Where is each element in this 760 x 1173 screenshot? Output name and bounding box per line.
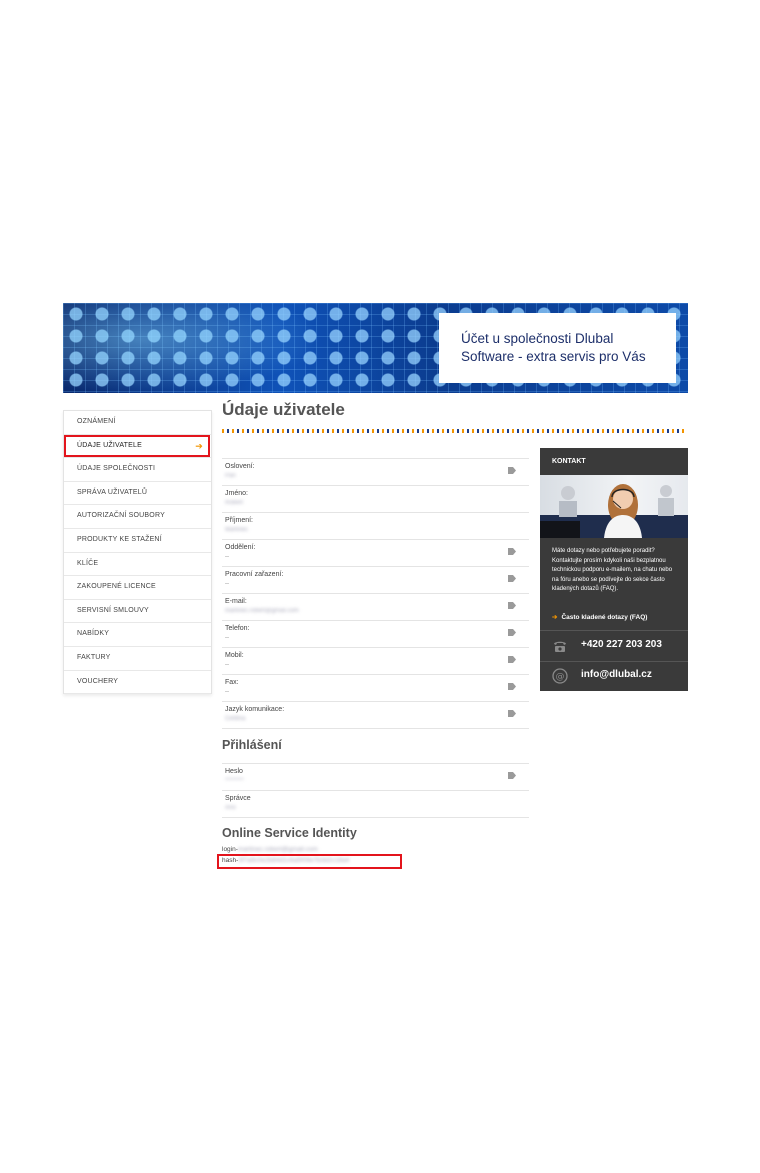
sidebar-item-nabidky[interactable]: NABÍDKY (64, 623, 211, 647)
field-value: -- (225, 581, 229, 587)
header-banner: Účet u společnosti Dlubal Software - ext… (63, 303, 688, 393)
field-value: ******** (225, 778, 244, 784)
edit-pencil-icon[interactable] (508, 710, 516, 717)
banner-title: Účet u společnosti Dlubal Software - ext… (461, 331, 646, 364)
field-value: Robert (225, 500, 244, 506)
sidebar-item-klice[interactable]: KLÍČE (64, 552, 211, 577)
field-value: martinec.robert@gmail.com (225, 608, 299, 614)
field-value: -- (225, 689, 229, 695)
field-jazyk-komunikace: Jazyk komunikace: Čeština (222, 701, 529, 729)
field-value: Pan (225, 473, 236, 479)
edit-pencil-icon[interactable] (508, 575, 516, 582)
field-telefon: Telefon: -- (222, 620, 529, 647)
phone-number: +420 227 203 203 (581, 639, 662, 650)
edit-pencil-icon[interactable] (508, 683, 516, 690)
field-value: -- (225, 662, 229, 668)
edit-pencil-icon[interactable] (508, 467, 516, 474)
page-title: Údaje uživatele (222, 400, 345, 419)
sidebar-item-faktury[interactable]: FAKTURY (64, 646, 211, 671)
svg-text:@: @ (556, 672, 565, 682)
field-fax: Fax: -- (222, 674, 529, 701)
edit-pencil-icon[interactable] (508, 629, 516, 636)
field-heslo: Heslo ******** (222, 763, 529, 790)
sidebar-item-servisni-smlouvy[interactable]: SERVISNÍ SMLOUVY (64, 599, 211, 624)
field-osloveni: Oslovení: Pan (222, 458, 529, 485)
highlight-hash (217, 854, 402, 869)
sidebar-item-autorizacni-soubory[interactable]: AUTORIZAČNÍ SOUBORY (64, 505, 211, 529)
field-value: Čeština (225, 716, 246, 722)
field-value: -- (225, 554, 229, 560)
login-details-list: Heslo ******** Správce Ano (222, 763, 529, 818)
contact-email-row[interactable]: @ info@dlubal.cz (540, 662, 688, 690)
phone-icon (554, 641, 566, 652)
osi-login-line: login-martinec.robert@gmail.com (222, 846, 318, 853)
osi-section-title: Online Service Identity (222, 826, 357, 840)
sidebar-item-udaje-spolecnosti[interactable]: ÚDAJE SPOLEČNOSTI (64, 458, 211, 482)
field-value: Ano (225, 805, 236, 811)
sidebar-item-zakoupene-licence[interactable]: ZAKOUPENÉ LICENCE (64, 576, 211, 600)
edit-pencil-icon[interactable] (508, 656, 516, 663)
highlight-active-item (64, 435, 210, 457)
login-section-title: Přihlášení (222, 738, 282, 752)
field-oddeleni: Oddělení: -- (222, 539, 529, 566)
edit-pencil-icon[interactable] (508, 548, 516, 555)
field-value: Martinec (225, 527, 249, 533)
osi-login-value: martinec.robert@gmail.com (237, 846, 318, 853)
support-agent-image (540, 484, 688, 538)
sidebar-item-sprava-uzivatelu[interactable]: SPRÁVA UŽIVATELŮ (64, 481, 211, 506)
faq-link[interactable]: ➔ Často kladené dotazy (FAQ) (552, 613, 647, 621)
field-jmeno: Jméno: Robert (222, 485, 529, 512)
arrow-right-icon: ➔ (552, 614, 558, 621)
field-mobil: Mobil: -- (222, 647, 529, 674)
field-pracovni-zarazeni: Pracovní zařazení: -- (222, 566, 529, 593)
support-photo (540, 475, 688, 538)
user-details-list: Oslovení: Pan Jméno: Robert Příjmení: Ma… (222, 458, 529, 729)
edit-pencil-icon[interactable] (508, 602, 516, 609)
sidebar-item-oznameni[interactable]: OZNÁMENÍ (64, 411, 211, 435)
field-email: E-mail: martinec.robert@gmail.com (222, 593, 529, 620)
sidebar-item-vouchery[interactable]: VOUCHERY (64, 670, 211, 695)
banner-title-box: Účet u společnosti Dlubal Software - ext… (439, 313, 676, 383)
field-spravce: Správce Ano (222, 790, 529, 818)
edit-pencil-icon[interactable] (508, 772, 516, 779)
page: Účet u společnosti Dlubal Software - ext… (0, 0, 760, 1173)
sidebar-item-produkty-ke-stazeni[interactable]: PRODUKTY KE STAŽENÍ (64, 528, 211, 553)
contact-description: Máte dotazy nebo potřebujete poradit? Ko… (552, 548, 673, 593)
field-value: -- (225, 635, 229, 641)
field-prijmeni: Příjmení: Martinec (222, 512, 529, 539)
email-at-icon: @ (552, 668, 568, 684)
title-divider (222, 429, 687, 433)
contact-heading: KONTAKT (552, 458, 586, 465)
contact-phone-row[interactable]: +420 227 203 203 (540, 632, 688, 660)
contact-panel: KONTAKT Máte dotazy nebo potřebujete por… (540, 448, 688, 691)
email-address: info@dlubal.cz (581, 669, 652, 680)
